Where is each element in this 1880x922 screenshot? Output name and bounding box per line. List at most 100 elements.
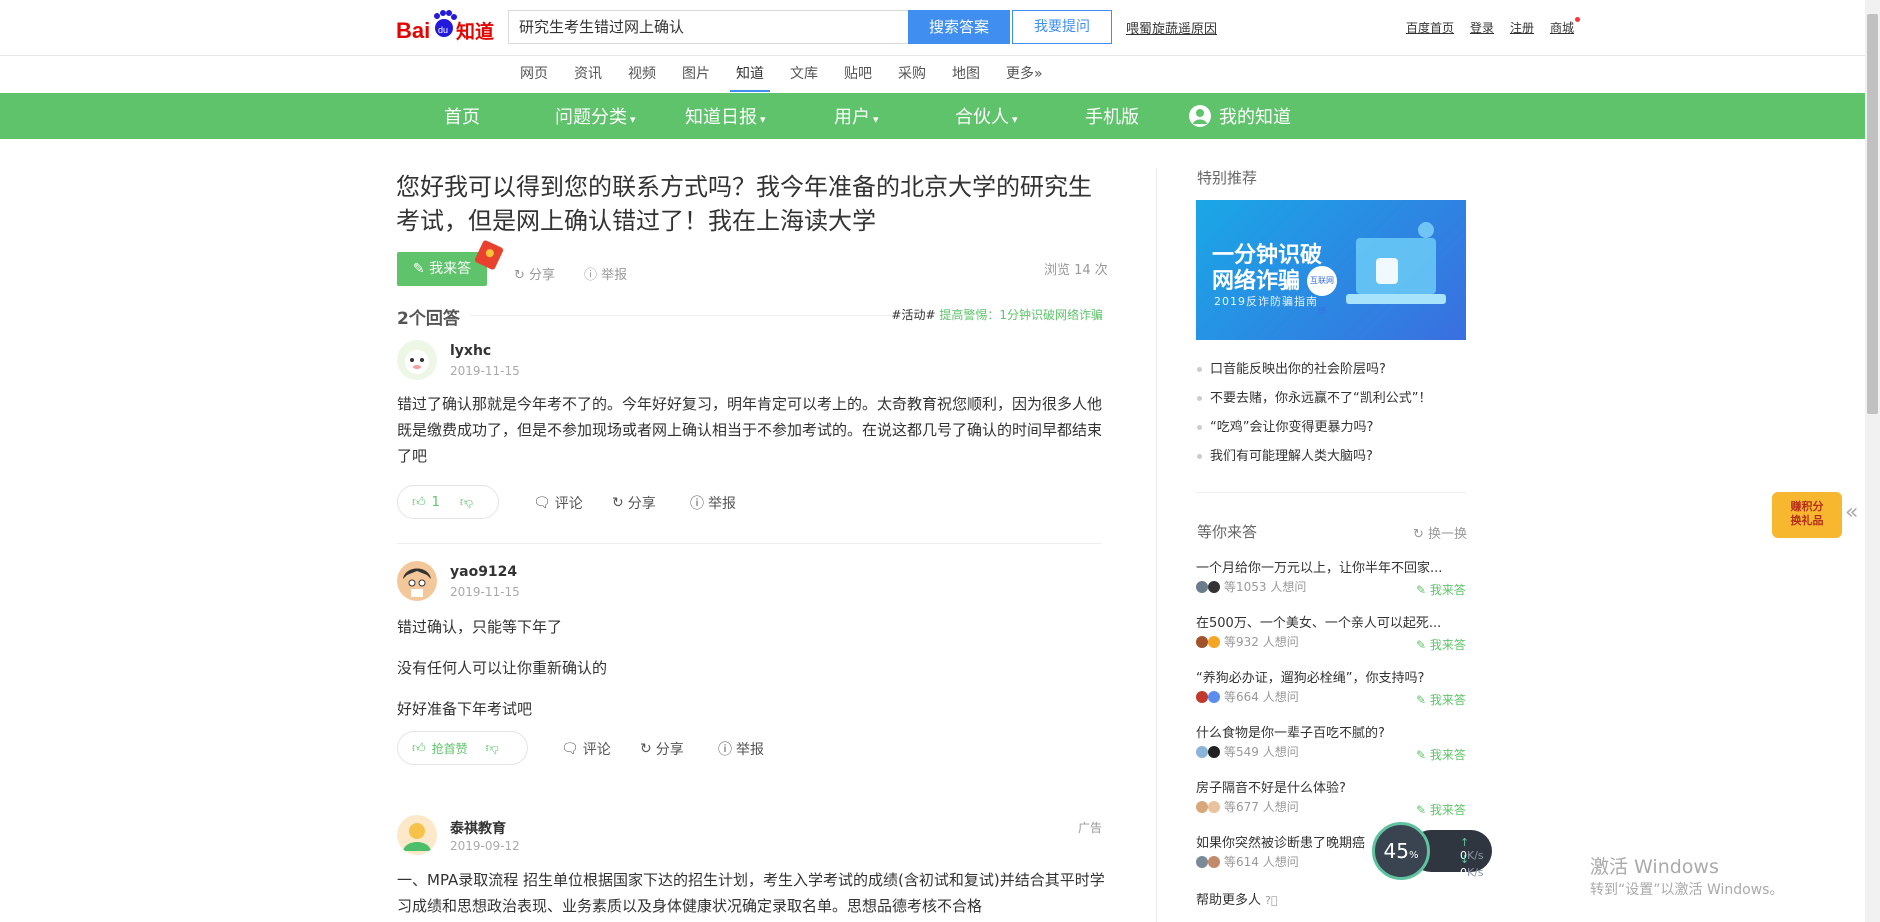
main-nav-bar (0, 93, 1865, 139)
answer-link[interactable]: ✎ 我来答 (1416, 801, 1466, 818)
nav-partners[interactable]: 合伙人 ▾ (955, 103, 1018, 129)
product-subnav: 网页 资讯 视频 图片 知道 文库 贴吧 采购 地图 更多» (520, 64, 1069, 92)
answer-link[interactable]: ✎ 我来答 (1416, 691, 1466, 708)
thumbs-down-icon[interactable]: 👎︎ (486, 741, 499, 756)
comment-button[interactable]: 🗨︎ 评论 (533, 493, 583, 513)
mini-avatar (1208, 580, 1220, 593)
scrollbar-thumb[interactable] (1867, 14, 1878, 414)
avatar[interactable] (397, 815, 437, 855)
subnav-wenku[interactable]: 文库 (790, 64, 818, 92)
windows-activation-watermark: 激活 Windows (1590, 856, 1719, 878)
mini-avatar (1208, 690, 1220, 703)
comment-button[interactable]: 🗨︎ 评论 (561, 739, 611, 759)
report-button[interactable]: ⓘ 举报 (718, 739, 764, 759)
svg-text:知道: 知道 (456, 20, 494, 43)
nav-categories[interactable]: 问题分类 ▾ (555, 103, 636, 129)
help-link[interactable]: 喂蜀旋蔬遥原因 (1126, 18, 1217, 37)
top-links: 百度首页 登录 注册 商城 (1406, 17, 1581, 36)
ask-question-button[interactable]: 我要提问 (1012, 10, 1112, 44)
edit-icon: ✎ (1416, 693, 1427, 707)
chevron-down-icon: ▾ (760, 113, 766, 126)
recommend-link[interactable]: 口音能反映出你的社会阶层吗? (1197, 358, 1386, 377)
search-answer-button[interactable]: 搜索答案 (908, 10, 1010, 44)
first-like-button[interactable]: 抢首赞 (432, 740, 468, 757)
avatar[interactable] (397, 340, 437, 380)
chevron-down-icon: ▾ (630, 113, 636, 126)
chevron-down-icon: ▾ (1012, 113, 1018, 126)
mini-avatar (1208, 745, 1220, 758)
subnav-more[interactable]: 更多» (1006, 64, 1043, 92)
share-button[interactable]: ↻ 分享 (612, 493, 656, 513)
subnav-web[interactable]: 网页 (520, 64, 548, 92)
thumbs-down-icon[interactable]: 👎︎ (460, 495, 473, 510)
banner-title-2: 网络诈骗 (1212, 269, 1301, 294)
waiting-meta: 等677 人想问 (1196, 798, 1299, 815)
waiting-meta: 等549 人想问 (1196, 743, 1299, 760)
chevron-down-icon: ▾ (873, 113, 879, 126)
recommend-link[interactable]: “吃鸡”会让你变得更暴力吗? (1197, 416, 1373, 435)
question-report[interactable]: ⓘ 举报 (584, 264, 627, 283)
nav-users[interactable]: 用户 ▾ (834, 103, 879, 129)
answer-button[interactable]: ✎ 我来答 (397, 252, 487, 286)
banner-subtitle: 2019反诈防骗指南 (1214, 295, 1318, 308)
help-more-link[interactable]: 帮助更多人 ?⃝ (1196, 889, 1278, 908)
waiting-question[interactable]: 一个月给你一万元以上，让你半年不回家... (1196, 557, 1442, 576)
edit-icon: ✎ (1416, 803, 1427, 817)
answer-link[interactable]: ✎ 我来答 (1416, 746, 1466, 763)
answer-link[interactable]: ✎ 我来答 (1416, 636, 1466, 653)
earn-points-badge[interactable]: 赚积分 换礼品 (1772, 492, 1842, 538)
thumbs-up-icon[interactable]: 👍︎ (412, 495, 426, 510)
link-register[interactable]: 注册 (1510, 19, 1534, 36)
subnav-news[interactable]: 资讯 (574, 64, 602, 92)
question-share[interactable]: ↻ 分享 (514, 264, 555, 283)
nav-home[interactable]: 首页 (444, 103, 480, 129)
subnav-map[interactable]: 地图 (952, 64, 980, 92)
collapse-arrow-icon[interactable]: « (1845, 500, 1858, 525)
waiting-question[interactable]: 房子隔音不好是什么体验? (1196, 777, 1346, 796)
mini-avatar (1196, 800, 1208, 813)
subnav-video[interactable]: 视频 (628, 64, 656, 92)
question-title: 您好我可以得到您的联系方式吗？我今年准备的北京大学的研究生考试，但是网上确认错过… (396, 173, 1092, 235)
like-count[interactable]: 1 (432, 495, 440, 510)
comment-icon: 🗨︎ (561, 741, 579, 757)
waiting-question[interactable]: 在500万、一个美女、一个亲人可以起死... (1196, 612, 1441, 631)
answer-paragraph: 没有任何人可以让你重新确认的 (397, 659, 608, 677)
answer-link[interactable]: ✎ 我来答 (1416, 581, 1466, 598)
waiting-question[interactable]: 什么食物是你一辈子百吃不腻的? (1196, 722, 1385, 741)
share-icon: ↻ (612, 495, 624, 511)
nav-daily[interactable]: 知道日报 ▾ (685, 103, 766, 129)
recommend-link[interactable]: 不要去赌，你永远赢不了“凯利公式”！ (1197, 387, 1431, 406)
activity-banner[interactable]: #活动# 提高警惕：1分钟识破网络诈骗 (891, 306, 1103, 323)
thumbs-up-icon[interactable]: 👍︎ (412, 741, 426, 756)
link-login[interactable]: 登录 (1470, 19, 1494, 36)
baidu-zhidao-logo[interactable]: Bai du 知道 (396, 8, 500, 48)
link-baidu-home[interactable]: 百度首页 (1406, 19, 1454, 36)
search-input[interactable]: 研究生考生错过网上确认 (508, 10, 908, 44)
waiting-question[interactable]: “养狗必办证，遛狗必栓绳”，你支持吗? (1196, 667, 1424, 686)
recommend-link[interactable]: 我们有可能理解人类大脑吗? (1197, 445, 1373, 464)
avatar[interactable] (397, 561, 437, 601)
vote-box: 👍︎ 1 👎︎ (397, 485, 499, 519)
refresh-button[interactable]: ↻ 换一换 (1413, 523, 1467, 542)
nav-mobile[interactable]: 手机版 (1085, 103, 1139, 129)
mini-avatar (1196, 580, 1208, 593)
nav-my-zhidao[interactable]: 我的知道 (1189, 103, 1291, 129)
comment-icon: 🗨︎ (533, 495, 551, 511)
sidebar-divider (1196, 492, 1466, 493)
answer-username[interactable]: yao9124 (450, 564, 517, 580)
divider (470, 315, 892, 316)
waiting-question[interactable]: 如果你突然被诊断患了晚期癌 (1196, 832, 1365, 851)
banner-badge: 互联网络 (1307, 266, 1337, 315)
subnav-tieba[interactable]: 贴吧 (844, 64, 872, 92)
waiting-meta: 等1053 人想问 (1196, 578, 1306, 595)
answer-username[interactable]: 泰祺教育 (450, 818, 506, 838)
share-button[interactable]: ↻ 分享 (640, 739, 684, 759)
subnav-purchase[interactable]: 采购 (898, 64, 926, 92)
link-mall[interactable]: 商城 (1550, 17, 1581, 36)
subnav-image[interactable]: 图片 (682, 64, 710, 92)
subnav-zhidao[interactable]: 知道 (730, 64, 770, 92)
memory-usage-indicator[interactable]: 45% (1372, 822, 1430, 880)
answer-username[interactable]: lyxhc (450, 343, 491, 359)
refresh-icon: ↻ (1413, 527, 1424, 542)
report-button[interactable]: ⓘ 举报 (690, 493, 736, 513)
